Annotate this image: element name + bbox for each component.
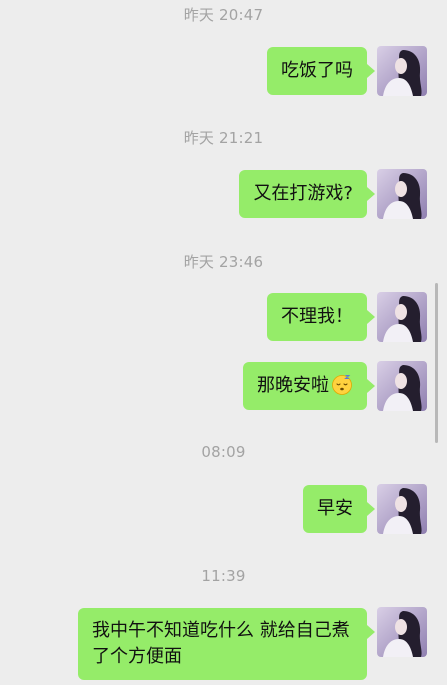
avatar[interactable] xyxy=(377,361,427,411)
message-row: 那晚安啦 xyxy=(0,361,447,411)
message-row: 又在打游戏? xyxy=(0,169,447,219)
timestamp: 08:09 xyxy=(201,443,246,461)
avatar[interactable] xyxy=(377,292,427,342)
timestamp: 11:39 xyxy=(201,567,246,585)
avatar[interactable] xyxy=(377,169,427,219)
scrollbar[interactable] xyxy=(435,283,438,443)
sleeping-face-icon xyxy=(332,375,352,395)
message-row: 我中午不知道吃什么 就给自己煮了个方便面 xyxy=(0,607,447,683)
message-bubble[interactable]: 不理我！ xyxy=(267,293,375,341)
avatar[interactable] xyxy=(377,484,427,534)
avatar[interactable] xyxy=(377,607,427,657)
timestamp: 昨天 23:46 xyxy=(183,253,264,271)
avatar[interactable] xyxy=(377,46,427,96)
message-text: 那晚安啦 xyxy=(257,375,329,396)
message-bubble[interactable]: 吃饭了吗 xyxy=(267,47,375,95)
message-bubble[interactable]: 那晚安啦 xyxy=(243,362,375,410)
message-row: 不理我！ xyxy=(0,292,447,342)
message-row: 吃饭了吗 xyxy=(0,46,447,96)
message-row: 早安 xyxy=(0,484,447,534)
message-bubble[interactable]: 又在打游戏? xyxy=(239,170,375,218)
message-bubble[interactable]: 我中午不知道吃什么 就给自己煮了个方便面 xyxy=(78,608,375,680)
timestamp: 昨天 21:21 xyxy=(183,129,264,147)
chat-view[interactable]: 昨天 20:47 昨天 21:21 昨天 23:46 08:09 11:39 吃… xyxy=(0,0,447,685)
timestamp: 昨天 20:47 xyxy=(183,6,264,24)
message-bubble[interactable]: 早安 xyxy=(303,485,375,533)
